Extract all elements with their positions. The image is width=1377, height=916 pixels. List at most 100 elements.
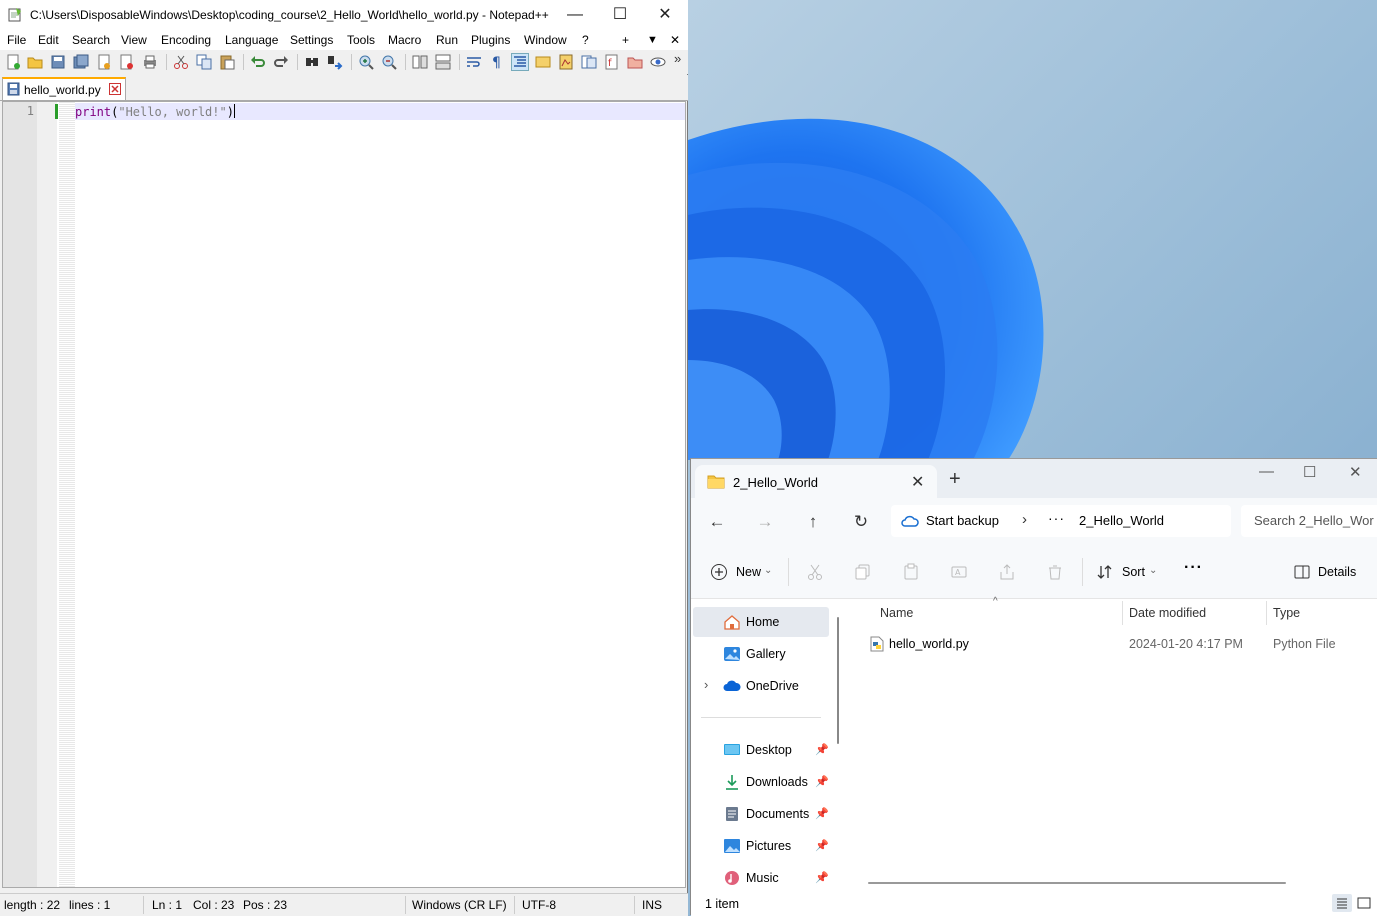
lang-udf-icon[interactable] [535,54,551,70]
new-button[interactable]: New [736,565,761,579]
column-header-date[interactable]: Date modified [1129,606,1206,620]
close-all-icon[interactable] [119,54,135,70]
close-doc-icon[interactable]: ✕ [670,33,680,47]
menu-view[interactable]: View [121,33,147,47]
explorer-maximize-button[interactable]: ☐ [1303,463,1316,481]
sort-dropdown-icon[interactable]: ⌄ [1149,565,1157,576]
menu-settings[interactable]: Settings [290,33,333,47]
sync-vertical-icon[interactable] [412,54,428,70]
menu-tools[interactable]: Tools [347,33,375,47]
explorer-minimize-button[interactable]: — [1259,463,1274,480]
sidebar-item-gallery[interactable]: Gallery [693,639,829,669]
word-wrap-icon[interactable] [466,54,482,70]
expand-chevron-icon[interactable]: › [704,677,708,692]
delete-icon[interactable] [1046,563,1064,581]
paste-icon[interactable] [902,563,920,581]
menu-edit[interactable]: Edit [38,33,59,47]
sort-icon[interactable] [1096,563,1114,581]
sidebar-item-pictures[interactable]: Pictures 📌 [693,831,829,861]
close-tab-icon[interactable]: ✕ [911,472,924,492]
close-button[interactable]: ✕ [642,0,688,30]
undo-icon[interactable] [250,54,266,70]
more-options-icon[interactable]: ··· [1184,559,1203,577]
back-button[interactable]: ← [707,512,727,532]
explorer-close-button[interactable]: ✕ [1349,463,1362,481]
minimize-button[interactable]: — [552,0,598,30]
menu-help[interactable]: ? [582,33,589,47]
save-all-icon[interactable] [73,54,89,70]
show-all-chars-icon[interactable]: ¶ [489,54,505,70]
doc-map-icon[interactable] [558,54,574,70]
sidebar-item-music[interactable]: Music 📌 [693,863,829,893]
status-pos[interactable]: Pos : 23 [243,898,287,912]
editor-area[interactable]: 1 print("Hello, world!") [2,101,686,888]
details-view-icon[interactable] [1332,894,1352,912]
column-header-type[interactable]: Type [1273,606,1300,620]
menu-file[interactable]: File [7,33,26,47]
sort-button[interactable]: Sort [1122,565,1145,579]
new-dropdown-icon[interactable]: ⌄ [764,565,772,576]
close-file-icon[interactable] [96,54,112,70]
column-header-name[interactable]: Name [880,606,913,620]
breadcrumb-chevron-icon[interactable]: › [1022,511,1027,528]
menu-search[interactable]: Search [72,33,110,47]
breadcrumb-current[interactable]: 2_Hello_World [1079,513,1164,528]
tiles-view-icon[interactable] [1354,894,1374,912]
explorer-tab[interactable]: 2_Hello_World ✕ [695,465,937,498]
menu-encoding[interactable]: Encoding [161,33,211,47]
details-pane-icon[interactable] [1293,563,1311,581]
plus-icon[interactable]: + [622,33,629,47]
up-button[interactable]: ↑ [803,512,823,532]
search-box[interactable]: Search 2_Hello_Wor [1241,505,1377,537]
details-button[interactable]: Details [1318,565,1356,579]
zoom-in-icon[interactable] [358,54,374,70]
folder-workspace-icon[interactable] [627,54,643,70]
rename-icon[interactable]: A [950,563,968,581]
menu-macro[interactable]: Macro [388,33,421,47]
horizontal-scrollbar[interactable] [868,882,1286,884]
list-all-icon[interactable]: ▼ [647,34,658,46]
indent-guide-icon[interactable] [511,53,529,71]
find-icon[interactable] [304,54,320,70]
menu-plugins[interactable]: Plugins [471,33,510,47]
copy-icon[interactable] [854,563,872,581]
redo-icon[interactable] [273,54,289,70]
bookmark-margin[interactable] [37,102,57,887]
cut-icon[interactable] [173,54,189,70]
menu-run[interactable]: Run [436,33,458,47]
replace-icon[interactable] [327,54,343,70]
sidebar-item-home[interactable]: Home [693,607,829,637]
maximize-button[interactable]: ☐ [597,0,643,30]
menu-language[interactable]: Language [225,33,278,47]
file-row[interactable]: hello_world.py 2024-01-20 4:17 PM Python… [848,631,1377,657]
sidebar-item-onedrive[interactable]: › OneDrive [693,671,829,701]
code-line[interactable]: print("Hello, world!") [75,104,235,119]
status-col[interactable]: Col : 23 [193,898,234,912]
save-icon[interactable] [50,54,66,70]
zoom-out-icon[interactable] [381,54,397,70]
print-icon[interactable] [142,54,158,70]
address-bar[interactable]: Start backup › ··· 2_Hello_World [891,505,1231,537]
open-file-icon[interactable] [27,54,43,70]
function-list-icon[interactable]: f [604,54,620,70]
toolbar-overflow-icon[interactable]: » [674,51,681,66]
copy-icon[interactable] [196,54,212,70]
doc-list-icon[interactable] [581,54,597,70]
new-item-icon[interactable] [710,563,728,581]
sidebar-scrollbar[interactable] [837,617,839,744]
monitoring-icon[interactable] [650,54,666,70]
sidebar-item-downloads[interactable]: Downloads 📌 [693,767,829,797]
title-bar[interactable]: C:\Users\DisposableWindows\Desktop\codin… [0,0,688,30]
fold-margin[interactable] [59,102,75,887]
breadcrumb-overflow[interactable]: ··· [1048,510,1065,526]
tab-hello-world[interactable]: hello_world.py [2,77,126,100]
status-eol[interactable]: Windows (CR LF) [412,898,507,912]
sidebar-item-documents[interactable]: Documents 📌 [693,799,829,829]
status-ins[interactable]: INS [642,898,662,912]
menu-window[interactable]: Window [524,33,567,47]
tab-close-icon[interactable] [109,83,121,95]
sidebar-item-desktop[interactable]: Desktop 📌 [693,735,829,765]
status-ln[interactable]: Ln : 1 [152,898,182,912]
paste-icon[interactable] [219,54,235,70]
cut-icon[interactable] [806,563,824,581]
